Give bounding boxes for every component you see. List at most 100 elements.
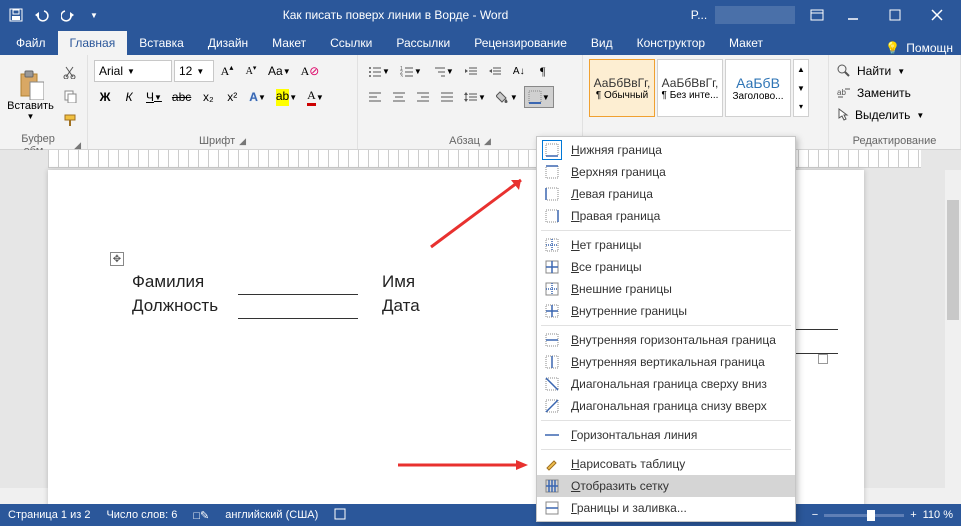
cell-label[interactable]: Фамилия — [128, 270, 238, 294]
zoom-control[interactable]: − + 110 % — [812, 509, 953, 521]
decrease-indent-button[interactable] — [460, 60, 482, 82]
macro-icon[interactable] — [334, 508, 346, 523]
align-center-button[interactable] — [388, 86, 410, 108]
sort-button[interactable]: A↓ — [508, 60, 530, 82]
zoom-in-icon[interactable]: + — [910, 509, 916, 521]
shading-button[interactable]: ▼ — [492, 86, 522, 108]
text-effects-button[interactable]: A▼ — [245, 86, 270, 108]
styles-more[interactable]: ▲▼▾ — [793, 59, 809, 117]
tab-layout[interactable]: Макет — [260, 31, 318, 55]
copy-button[interactable] — [59, 85, 81, 107]
select-button[interactable]: Выделить▼ — [837, 105, 924, 125]
undo-button[interactable] — [30, 3, 54, 27]
border-option-hline[interactable]: Горизонтальная линия — [537, 424, 795, 446]
change-case-button[interactable]: Aa▼ — [264, 60, 295, 82]
border-option-ivert[interactable]: Внутренняя вертикальная граница — [537, 351, 795, 373]
font-size-combo[interactable]: 12▼ — [174, 60, 214, 82]
style-nospace[interactable]: АаБбВвГг,¶ Без инте... — [657, 59, 723, 117]
underline-button[interactable]: Ч ▼ — [142, 86, 166, 108]
font-name-combo[interactable]: Arial▼ — [94, 60, 172, 82]
save-button[interactable] — [4, 3, 28, 27]
bullets-button[interactable]: ▼ — [364, 60, 394, 82]
zoom-out-icon[interactable]: − — [812, 509, 818, 521]
redo-button[interactable] — [56, 3, 80, 27]
cell-underline[interactable] — [238, 294, 358, 318]
tab-mailings[interactable]: Рассылки — [384, 31, 462, 55]
border-option-left[interactable]: Левая граница — [537, 183, 795, 205]
border-option-outside[interactable]: Внешние границы — [537, 278, 795, 300]
border-option-grid[interactable]: Отобразить сетку — [537, 475, 795, 497]
border-option-none[interactable]: Нет границы — [537, 234, 795, 256]
close-button[interactable] — [917, 0, 957, 30]
border-option-dialog[interactable]: Границы и заливка... — [537, 497, 795, 519]
border-option-ihoriz[interactable]: Внутренняя горизонтальная граница — [537, 329, 795, 351]
maximize-button[interactable] — [875, 0, 915, 30]
cut-button[interactable] — [59, 61, 81, 83]
account-label[interactable]: P... — [685, 3, 713, 27]
italic-button[interactable]: К — [118, 86, 140, 108]
superscript-button[interactable]: x² — [221, 86, 243, 108]
border-option-diagdown[interactable]: Диагональная граница сверху вниз — [537, 373, 795, 395]
border-option-bottom[interactable]: Нижняя граница — [537, 139, 795, 161]
increase-indent-button[interactable] — [484, 60, 506, 82]
shrink-font-button[interactable]: A▾ — [240, 60, 262, 82]
table-resize-handle[interactable] — [818, 354, 828, 364]
ribbon-options-icon[interactable] — [803, 3, 831, 27]
grow-font-button[interactable]: A▴ — [216, 60, 238, 82]
minimize-button[interactable] — [833, 0, 873, 30]
form-table[interactable]: Фамилия Имя Должность Дата — [128, 270, 548, 319]
tab-insert[interactable]: Вставка — [127, 31, 196, 55]
border-option-diagup[interactable]: Диагональная граница снизу вверх — [537, 395, 795, 417]
line-spacing-button[interactable]: ▼ — [460, 86, 490, 108]
zoom-value[interactable]: 110 % — [923, 509, 953, 521]
cell-underline[interactable] — [238, 270, 358, 294]
strikethrough-button[interactable]: abc — [168, 86, 195, 108]
status-words[interactable]: Число слов: 6 — [106, 509, 177, 521]
proofing-icon[interactable]: □✎ — [193, 509, 209, 522]
cell-label[interactable]: Должность — [128, 294, 238, 318]
tab-view[interactable]: Вид — [579, 31, 625, 55]
cell-label[interactable]: Дата — [378, 294, 438, 318]
zoom-slider[interactable] — [824, 514, 904, 517]
tab-design[interactable]: Дизайн — [196, 31, 260, 55]
highlight-button[interactable]: ab▼ — [272, 86, 301, 108]
paste-button[interactable]: Вставить ▼ — [6, 59, 55, 131]
tab-file[interactable]: Файл — [4, 31, 58, 55]
account-area[interactable] — [715, 6, 795, 24]
font-color-button[interactable]: A▼ — [303, 86, 328, 108]
align-left-button[interactable] — [364, 86, 386, 108]
clear-formatting-button[interactable]: A⊘ — [297, 60, 324, 82]
font-launcher[interactable]: ◢ — [239, 136, 246, 147]
border-option-inside[interactable]: Внутренние границы — [537, 300, 795, 322]
style-heading1[interactable]: АаБбВЗаголово... — [725, 59, 791, 117]
tab-layout2[interactable]: Макет — [717, 31, 775, 55]
numbering-button[interactable]: 123▼ — [396, 60, 426, 82]
border-option-top[interactable]: Верхняя граница — [537, 161, 795, 183]
paragraph-launcher[interactable]: ◢ — [484, 136, 491, 147]
tab-home[interactable]: Главная — [58, 31, 128, 55]
qat-more-icon[interactable]: ▼ — [82, 3, 106, 27]
cell-blank[interactable] — [438, 270, 548, 294]
align-right-button[interactable] — [412, 86, 434, 108]
tell-me[interactable]: 💡 Помощн — [877, 41, 961, 55]
subscript-button[interactable]: x₂ — [197, 86, 219, 108]
style-normal[interactable]: АаБбВвГг,¶ Обычный — [589, 59, 655, 117]
status-page[interactable]: Страница 1 из 2 — [8, 509, 90, 521]
find-button[interactable]: Найти▼ — [837, 61, 924, 81]
multilevel-button[interactable]: ▼ — [428, 60, 458, 82]
tab-review[interactable]: Рецензирование — [462, 31, 579, 55]
tab-references[interactable]: Ссылки — [318, 31, 384, 55]
status-language[interactable]: английский (США) — [225, 509, 318, 521]
borders-button[interactable]: ▼ — [524, 86, 554, 108]
clipboard-launcher[interactable]: ◢ — [74, 140, 81, 151]
border-option-draw[interactable]: Нарисовать таблицу — [537, 453, 795, 475]
justify-button[interactable] — [436, 86, 458, 108]
tab-constructor[interactable]: Конструктор — [625, 31, 717, 55]
border-option-all[interactable]: Все границы — [537, 256, 795, 278]
cell-blank[interactable] — [438, 294, 548, 318]
bold-button[interactable]: Ж — [94, 86, 116, 108]
vertical-scrollbar[interactable] — [945, 170, 961, 504]
cell-label[interactable]: Имя — [378, 270, 438, 294]
border-option-right[interactable]: Правая граница — [537, 205, 795, 227]
table-move-handle[interactable]: ✥ — [110, 252, 124, 266]
